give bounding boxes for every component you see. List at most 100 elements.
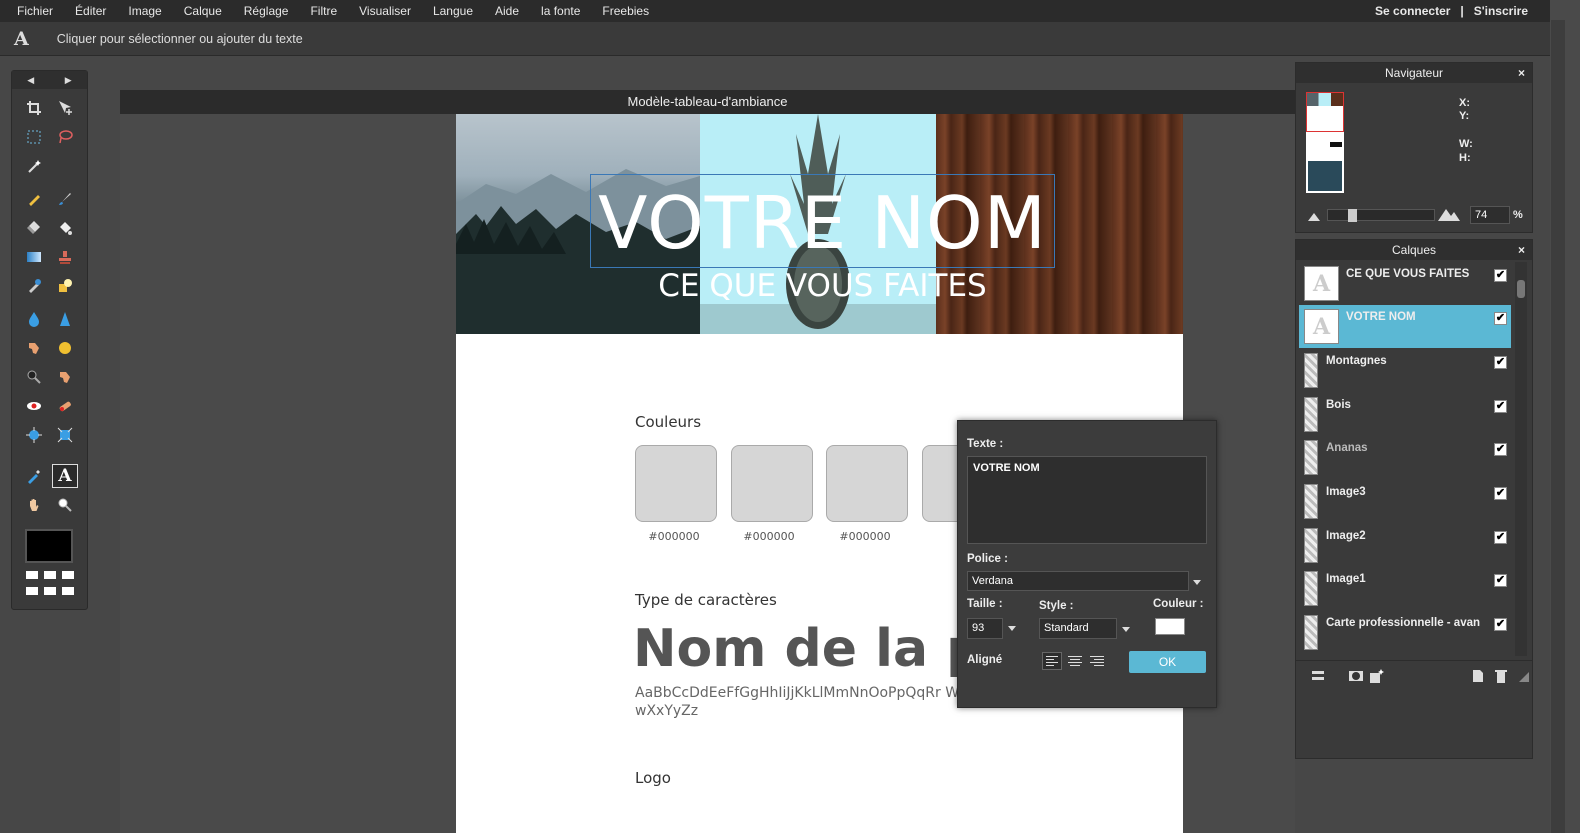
menu-reglage[interactable]: Réglage (233, 0, 300, 22)
banner-title[interactable]: VOTRE NOM (590, 178, 1055, 268)
ok-button[interactable]: OK (1129, 651, 1206, 673)
logo-heading: Logo (635, 769, 671, 787)
dodge-tool[interactable] (52, 365, 78, 389)
scroll-track[interactable] (1551, 20, 1565, 833)
layer-item[interactable]: Carte professionnelle - avan ✔ (1299, 611, 1511, 654)
layer-visibility-checkbox[interactable]: ✔ (1494, 487, 1507, 500)
close-icon[interactable]: × (1518, 240, 1525, 260)
zoom-slider-thumb[interactable] (1348, 209, 1357, 222)
smudge-tool[interactable] (21, 336, 47, 360)
layers-panel: Calques × A CE QUE VOUS FAITES ✔ A VOTRE… (1295, 239, 1533, 759)
size-dropdown-icon[interactable] (1008, 626, 1016, 631)
layer-item[interactable]: Montagnes ✔ (1299, 349, 1511, 392)
login-link[interactable]: Se connecter (1375, 0, 1450, 22)
font-dropdown-icon[interactable] (1193, 580, 1201, 585)
zoom-slider[interactable] (1327, 209, 1435, 222)
trash-icon[interactable] (1493, 668, 1509, 684)
menu-fichier[interactable]: Fichier (0, 0, 64, 22)
menu-editer[interactable]: Éditer (64, 0, 117, 22)
text-input[interactable]: VOTRE NOM (967, 456, 1207, 544)
hand-tool[interactable] (21, 493, 47, 517)
layer-item[interactable]: Ananas ✔ (1299, 436, 1511, 479)
brush-tool[interactable] (52, 187, 78, 211)
menu-image[interactable]: Image (117, 0, 172, 22)
pinch-tool[interactable] (52, 423, 78, 447)
layer-visibility-checkbox[interactable]: ✔ (1494, 269, 1507, 282)
zoom-tool[interactable] (52, 493, 78, 517)
menu-langue[interactable]: Langue (422, 0, 484, 22)
zoom-out-mountain-icon[interactable] (1308, 211, 1320, 221)
layer-visibility-checkbox[interactable]: ✔ (1494, 443, 1507, 456)
layer-styles-icon[interactable] (1369, 668, 1385, 684)
layer-mask-icon[interactable] (1348, 668, 1364, 684)
color-grid-icon[interactable] (26, 571, 74, 599)
font-select[interactable]: Verdana (967, 571, 1189, 591)
toolbox-next-icon[interactable]: ▶ (65, 75, 72, 86)
blur-tool[interactable] (21, 307, 47, 331)
scrollbar-thumb[interactable] (1517, 280, 1525, 298)
clone-stamp-tool[interactable] (52, 245, 78, 269)
toolbox-prev-icon[interactable]: ◀ (27, 75, 34, 86)
sponge-tool[interactable] (52, 336, 78, 360)
style-select[interactable]: Standard (1039, 618, 1117, 639)
color-picker-tool[interactable] (21, 464, 47, 488)
layer-visibility-checkbox[interactable]: ✔ (1494, 400, 1507, 413)
size-input[interactable]: 93 (967, 618, 1003, 639)
layer-item[interactable]: A VOTRE NOM ✔ (1299, 305, 1511, 348)
type-tool[interactable]: A (52, 464, 78, 488)
zoom-input[interactable]: 74 (1470, 206, 1510, 224)
window-scrollbar[interactable] (1550, 0, 1580, 833)
bloat-tool[interactable] (21, 423, 47, 447)
layer-item[interactable]: Image3 ✔ (1299, 480, 1511, 523)
sharpen-tool[interactable] (52, 307, 78, 331)
foreground-color-swatch[interactable] (25, 529, 73, 563)
marquee-tool[interactable] (21, 125, 47, 149)
align-center-icon[interactable] (1065, 652, 1085, 670)
layer-item[interactable]: Image2 ✔ (1299, 524, 1511, 567)
gradient-tool[interactable] (21, 245, 47, 269)
style-dropdown-icon[interactable] (1122, 627, 1130, 632)
burn-tool[interactable] (21, 365, 47, 389)
align-left-icon[interactable] (1042, 652, 1062, 670)
menu-freebies[interactable]: Freebies (591, 0, 660, 22)
swatch-hex: #000000 (648, 530, 700, 543)
menu-la-fonte[interactable]: la fonte (530, 0, 591, 22)
align-label: Aligné (967, 654, 1003, 666)
move-tool[interactable] (52, 96, 78, 120)
text-color-swatch[interactable] (1155, 618, 1185, 635)
new-layer-icon[interactable] (1470, 668, 1486, 684)
swatch-hex: #000000 (743, 530, 795, 543)
navigator-thumbnail[interactable] (1306, 92, 1344, 193)
menu-calque[interactable]: Calque (173, 0, 233, 22)
pencil-tool[interactable] (21, 187, 47, 211)
layer-item[interactable]: Bois ✔ (1299, 393, 1511, 436)
layer-visibility-checkbox[interactable]: ✔ (1494, 618, 1507, 631)
layer-visibility-checkbox[interactable]: ✔ (1494, 574, 1507, 587)
menu-aide[interactable]: Aide (484, 0, 530, 22)
layers-scrollbar[interactable] (1515, 262, 1527, 656)
layer-item[interactable]: A CE QUE VOUS FAITES ✔ (1299, 262, 1511, 305)
layer-visibility-checkbox[interactable]: ✔ (1494, 356, 1507, 369)
menu-visualiser[interactable]: Visualiser (348, 0, 422, 22)
layer-visibility-checkbox[interactable]: ✔ (1494, 312, 1507, 325)
signup-link[interactable]: S'inscrire (1474, 0, 1528, 22)
viewport-rect[interactable] (1306, 92, 1344, 132)
lasso-tool[interactable] (52, 125, 78, 149)
zoom-in-mountain-icon[interactable] (1438, 207, 1460, 221)
resize-grip-icon[interactable] (1515, 668, 1531, 684)
drawing-tool[interactable] (52, 274, 78, 298)
layer-properties-icon[interactable] (1310, 668, 1326, 684)
red-eye-tool[interactable] (21, 394, 47, 418)
close-icon[interactable]: × (1518, 63, 1525, 83)
banner-subtitle[interactable]: CE QUE VOUS FAITES (590, 268, 1055, 304)
menu-filtre[interactable]: Filtre (299, 0, 348, 22)
layer-visibility-checkbox[interactable]: ✔ (1494, 531, 1507, 544)
paint-bucket-tool[interactable] (52, 216, 78, 240)
layer-item[interactable]: Image1 ✔ (1299, 567, 1511, 610)
spot-heal-tool[interactable] (52, 394, 78, 418)
color-replace-tool[interactable] (21, 274, 47, 298)
eraser-tool[interactable] (21, 216, 47, 240)
magic-wand-tool[interactable] (21, 154, 47, 178)
align-right-icon[interactable] (1087, 652, 1107, 670)
crop-tool[interactable] (21, 96, 47, 120)
